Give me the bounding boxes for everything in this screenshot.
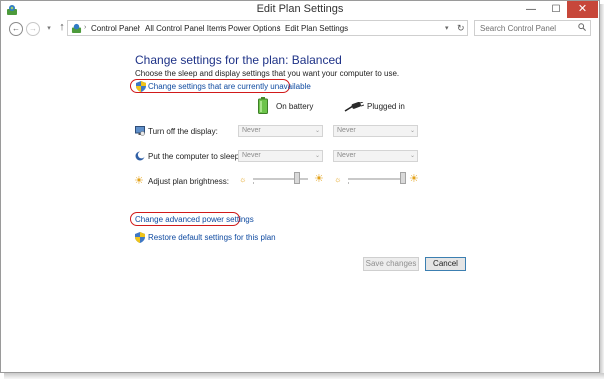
sleep-moon-icon [135,151,145,161]
sleep-label: Put the computer to sleep: [148,152,242,161]
breadcrumb-separator: › [84,24,87,31]
refresh-icon[interactable]: ↻ [457,23,465,34]
display-battery-select[interactable]: Never ⌄ [238,125,323,137]
display-plugged-value: Never [337,127,356,134]
plugged-in-header: Plugged in [367,102,405,111]
slider-track [348,178,403,180]
dim-sun-icon: ☼ [334,175,342,184]
recent-locations-chevron-icon[interactable]: ▾ [43,23,55,35]
navigation-bar: ← → ▾ ↑ › Control Panel › All Control Pa… [1,19,599,39]
uac-shield-icon [135,232,145,243]
change-unavailable-settings-link[interactable]: Change settings that are currently unava… [148,82,311,91]
chevron-down-icon: ⌄ [314,128,320,134]
display-label: Turn off the display: [148,127,218,136]
slider-ticks [348,182,404,184]
address-bar[interactable]: › Control Panel › All Control Panel Item… [67,20,468,36]
monitor-icon [135,126,145,136]
breadcrumb-separator: › [278,24,281,31]
brightness-sun-icon: ☀ [134,175,144,187]
display-plugged-select[interactable]: Never ⌄ [333,125,418,137]
window-shadow [600,4,604,377]
brightness-battery-slider[interactable]: ☼ ☀ [239,172,324,186]
window-title: Edit Plan Settings [256,3,344,15]
forward-arrow-icon[interactable]: → [26,22,40,36]
title-bar: Edit Plan Settings — ☐ ✕ [1,1,599,18]
minimize-button[interactable]: — [519,1,543,18]
sleep-plugged-select[interactable]: Never ⌄ [333,150,418,162]
window: Edit Plan Settings — ☐ ✕ ← → ▾ ↑ › Contr… [0,0,600,373]
advanced-power-settings-link[interactable]: Change advanced power settings [135,215,254,224]
chevron-down-icon: ⌄ [314,153,320,159]
brightness-label: Adjust plan brightness: [148,177,229,186]
sleep-battery-value: Never [242,152,261,159]
breadcrumb-separator: › [221,24,224,31]
chevron-down-icon: ⌄ [409,153,415,159]
uac-shield-icon [136,81,146,92]
on-battery-header: On battery [276,102,314,111]
breadcrumb-edit-plan[interactable]: Edit Plan Settings [285,24,348,33]
address-dropdown-icon[interactable]: ▾ [445,24,449,32]
breadcrumb-control-panel[interactable]: Control Panel [91,24,139,33]
dim-sun-icon: ☼ [239,175,247,184]
search-placeholder: Search Control Panel [480,24,557,33]
bright-sun-icon: ☀ [409,173,419,185]
display-battery-value: Never [242,127,261,134]
control-panel-icon [71,23,82,33]
bright-sun-icon: ☀ [314,173,324,185]
brightness-plugged-slider[interactable]: ☼ ☀ [334,172,419,186]
cancel-button[interactable]: Cancel [425,257,466,271]
sleep-battery-select[interactable]: Never ⌄ [238,150,323,162]
restore-defaults-link[interactable]: Restore default settings for this plan [148,233,276,242]
brightness-plugged-thumb[interactable] [400,172,406,184]
breadcrumb-separator: › [138,24,141,31]
back-arrow-icon[interactable]: ← [9,22,23,36]
window-shadow [4,373,604,379]
breadcrumb-power-options[interactable]: Power Options [228,24,280,33]
save-changes-button[interactable]: Save changes [363,257,419,271]
battery-icon [258,97,268,114]
page-description: Choose the sleep and display settings th… [135,69,400,78]
brightness-battery-thumb[interactable] [294,172,300,184]
power-plug-icon [344,102,364,112]
search-icon[interactable] [578,23,586,31]
search-box[interactable]: Search Control Panel [474,20,591,36]
breadcrumb-all-items[interactable]: All Control Panel Items [145,24,226,33]
sleep-plugged-value: Never [337,152,356,159]
slider-ticks [253,182,309,184]
page-title: Change settings for the plan: Balanced [135,53,342,67]
chevron-down-icon: ⌄ [409,128,415,134]
close-button[interactable]: ✕ [567,1,598,18]
maximize-button[interactable]: ☐ [544,1,568,18]
